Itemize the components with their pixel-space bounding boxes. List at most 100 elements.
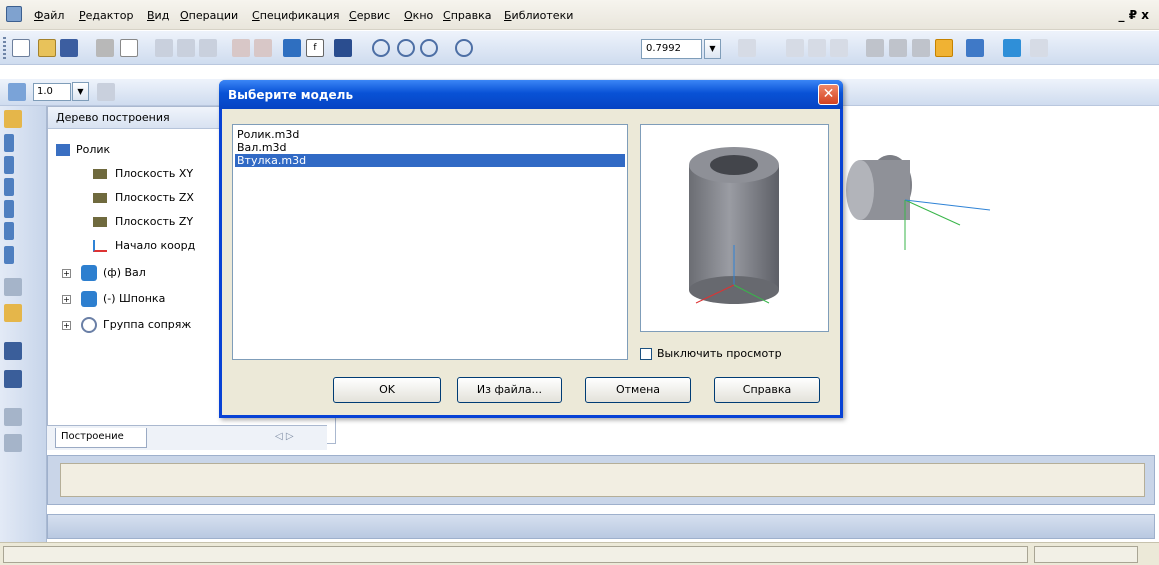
measure-icon[interactable]: [4, 246, 14, 264]
print-icon[interactable]: [96, 39, 114, 57]
ok-button[interactable]: OK: [333, 377, 441, 403]
bushing-preview-image: [689, 147, 779, 304]
compact-toolbar: [0, 106, 47, 548]
app-icon: [6, 6, 22, 22]
tree-item-mates-group[interactable]: + Группа сопряж: [62, 317, 191, 333]
close-icon[interactable]: ✕: [818, 84, 839, 105]
edit-details-icon[interactable]: [4, 110, 22, 128]
dimension-icon[interactable]: [4, 222, 14, 240]
cut-icon[interactable]: [155, 39, 173, 57]
properties-icon[interactable]: [1030, 39, 1048, 57]
menu-libraries[interactable]: Библиотеки: [504, 9, 573, 22]
list-item[interactable]: Ролик.m3d: [235, 128, 625, 141]
model-list[interactable]: Ролик.m3d Вал.m3d Втулка.m3d: [232, 124, 628, 360]
tree-item-plane-zx[interactable]: Плоскость ZX: [93, 191, 194, 204]
menu-file[interactable]: Файл: [34, 9, 64, 22]
manager-icon[interactable]: [283, 39, 301, 57]
spec-icon[interactable]: [4, 304, 22, 322]
mates-icon[interactable]: [4, 434, 22, 452]
menu-window[interactable]: Окно: [404, 9, 433, 22]
tree-root-label: Ролик: [76, 143, 111, 156]
menu-service[interactable]: Сервис: [349, 9, 390, 22]
component-icon: [81, 265, 97, 281]
tree-item-label: (-) Шпонка: [103, 292, 166, 305]
expand-icon[interactable]: +: [62, 268, 71, 278]
new-document-icon[interactable]: [12, 39, 30, 57]
scale-input[interactable]: 1.0: [33, 83, 71, 101]
aux-geometry-icon[interactable]: [4, 156, 14, 174]
hidden-lines-icon[interactable]: [889, 39, 907, 57]
zoom-input[interactable]: 0.7992: [641, 39, 702, 59]
origin-icon: [93, 240, 107, 252]
tree-item-shaft[interactable]: + (ф) Вал: [62, 265, 146, 281]
tree-item-label: Начало коорд: [115, 239, 196, 252]
rotate-icon[interactable]: [830, 39, 848, 57]
show-all-icon[interactable]: [808, 39, 826, 57]
zoom-out-icon[interactable]: [420, 39, 438, 57]
tree-item-key[interactable]: + (-) Шпонка: [62, 291, 165, 307]
help-pointer-icon[interactable]: [334, 39, 352, 57]
collision-icon[interactable]: [4, 408, 22, 426]
layer-icon[interactable]: [97, 83, 115, 101]
tab-build[interactable]: Построение: [55, 428, 147, 448]
orientation-icon[interactable]: [738, 39, 756, 57]
selection-icon[interactable]: [4, 278, 22, 296]
wireframe-icon[interactable]: [866, 39, 884, 57]
perspective-icon[interactable]: [1003, 39, 1021, 57]
array-icon[interactable]: [4, 200, 14, 218]
toolbar-grip[interactable]: [3, 37, 6, 59]
status-field-main: [3, 546, 1028, 563]
thin-lines-icon[interactable]: [912, 39, 930, 57]
copy-icon[interactable]: [177, 39, 195, 57]
disable-preview-checkbox[interactable]: [640, 348, 652, 360]
paste-icon[interactable]: [199, 39, 217, 57]
menu-operations[interactable]: Операции: [180, 9, 238, 22]
surface-icon[interactable]: [4, 178, 14, 196]
components-icon[interactable]: [4, 370, 22, 388]
list-item[interactable]: Вал.m3d: [235, 141, 625, 154]
window-controls[interactable]: _ ₽ x: [1119, 8, 1149, 22]
axis-y-line: [904, 199, 961, 226]
disable-preview-label: Выключить просмотр: [657, 347, 782, 360]
menu-view[interactable]: Вид: [147, 9, 169, 22]
zoom-dropdown-button[interactable]: ▼: [704, 39, 721, 59]
redo-icon[interactable]: [254, 39, 272, 57]
shaded-edges-icon[interactable]: [966, 39, 984, 57]
expand-icon[interactable]: +: [62, 320, 71, 330]
tree-item-label: Плоскость XY: [115, 167, 194, 180]
dialog-title: Выберите модель: [228, 88, 354, 102]
scale-dropdown-button[interactable]: ▼: [72, 82, 89, 101]
main-toolbar: f 0.7992 ▼: [0, 31, 1159, 65]
from-file-button[interactable]: Из файла...: [457, 377, 562, 403]
menu-help[interactable]: Справка: [443, 9, 491, 22]
tree-item-origin[interactable]: Начало коорд: [93, 239, 195, 252]
menu-specification[interactable]: Спецификация: [252, 9, 339, 22]
preview-icon[interactable]: [120, 39, 138, 57]
curves-icon[interactable]: [4, 134, 14, 152]
status-field-secondary: [1034, 546, 1138, 563]
tree-root[interactable]: Ролик: [56, 143, 110, 156]
cancel-button[interactable]: Отмена: [585, 377, 691, 403]
state-icon[interactable]: [8, 83, 26, 101]
zoom-in-icon[interactable]: [397, 39, 415, 57]
tree-item-plane-zy[interactable]: Плоскость ZY: [93, 215, 193, 228]
plane-icon: [93, 217, 107, 227]
shaded-icon[interactable]: [935, 39, 953, 57]
pan-icon[interactable]: [786, 39, 804, 57]
expand-icon[interactable]: +: [62, 294, 71, 304]
zoom-frame-icon[interactable]: [372, 39, 390, 57]
report-icon[interactable]: [4, 342, 22, 360]
list-item-selected[interactable]: Втулка.m3d: [235, 154, 625, 167]
menu-editor[interactable]: Редактор: [79, 9, 134, 22]
save-icon[interactable]: [60, 39, 78, 57]
tree-item-plane-xy[interactable]: Плоскость XY: [93, 167, 193, 180]
open-folder-icon[interactable]: [38, 39, 56, 57]
undo-icon[interactable]: [232, 39, 250, 57]
tab-scroll-arrows-icon[interactable]: ◁ ▷: [275, 431, 294, 442]
tree-item-label: Группа сопряж: [103, 318, 192, 331]
zoom-scale-icon[interactable]: [455, 39, 473, 57]
dialog-title-bar[interactable]: Выберите модель ✕: [219, 80, 843, 109]
plane-icon: [93, 193, 107, 203]
function-icon[interactable]: f: [306, 39, 324, 57]
help-button[interactable]: Справка: [714, 377, 820, 403]
